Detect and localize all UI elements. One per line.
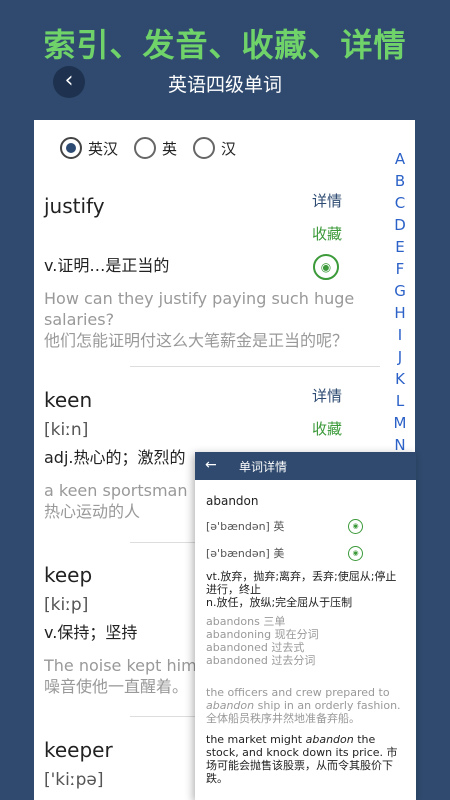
- detail-button[interactable]: 详情: [312, 385, 352, 406]
- entry-example-zh: 他们怎能证明付这么大笔薪金是正当的呢？: [44, 331, 349, 350]
- radio-label: 汉: [221, 139, 237, 158]
- language-filter: 英汉 英 汉: [60, 136, 252, 160]
- word-forms: abandons 三单 abandoning 现在分词 abandoned 过去…: [206, 615, 406, 667]
- index-letter-j[interactable]: J: [390, 346, 410, 368]
- example-1-zh: 全体船员秩序井然地准备弃船。: [206, 712, 360, 725]
- example-2-keyword: abandon: [305, 733, 354, 746]
- popup-body: abandon [ə'bændən] 英 ◉ [ə'bændən] 美 ◉ vt…: [195, 480, 416, 785]
- example-1-post: ship in an orderly fashion.: [254, 699, 401, 712]
- index-letter-a[interactable]: A: [390, 148, 410, 170]
- word-form: abandoned 过去式: [206, 641, 305, 654]
- word-detail-panel: ← 单词详情 abandon [ə'bændən] 英 ◉ [ə'bændən]…: [195, 452, 416, 800]
- example-2-pre: the market might: [206, 733, 306, 746]
- entry-actions: 详情 收藏 ◉: [312, 190, 352, 280]
- entry-actions: 详情 收藏: [312, 385, 352, 439]
- radio-label: 英: [162, 139, 178, 158]
- index-letter-d[interactable]: D: [390, 214, 410, 236]
- word-form: abandons 三单: [206, 615, 286, 628]
- arrow-left-icon[interactable]: ←: [205, 457, 217, 473]
- popup-header: ← 单词详情: [195, 452, 416, 480]
- index-letter-l[interactable]: L: [390, 390, 410, 412]
- speaker-icon[interactable]: ◉: [348, 518, 363, 534]
- index-letter-c[interactable]: C: [390, 192, 410, 214]
- word-form: abandoned 过去分词: [206, 654, 316, 667]
- example-1-keyword: abandon: [206, 699, 255, 712]
- index-letter-i[interactable]: I: [390, 324, 410, 346]
- radio-en-zh[interactable]: 英汉: [60, 137, 118, 159]
- speaker-icon[interactable]: ◉: [348, 545, 363, 561]
- alphabet-index: A B C D E F G H I J K L M N: [390, 148, 410, 456]
- example-2: the market might abandon the stock, and …: [206, 733, 406, 785]
- radio-unchecked-icon: [193, 137, 216, 159]
- index-letter-k[interactable]: K: [390, 368, 410, 390]
- entry-example-en: How can they justify paying such huge sa…: [44, 289, 355, 329]
- radio-en[interactable]: 英: [134, 137, 177, 159]
- detail-meaning-noun: n.放任，放纵;完全屈从于压制: [206, 596, 353, 609]
- radio-zh[interactable]: 汉: [193, 137, 236, 159]
- popup-title: 单词详情: [239, 460, 288, 474]
- detail-button[interactable]: 详情: [312, 190, 352, 211]
- speaker-icon[interactable]: ◉: [313, 254, 339, 280]
- detail-meaning-verb: vt.放弃，抛弃;离弃，丢弃;使屈从;停止进行，终止: [206, 570, 397, 596]
- phonetic-us: [ə'bændən] 美: [206, 547, 285, 560]
- index-letter-m[interactable]: M: [390, 412, 410, 434]
- favorite-button[interactable]: 收藏: [312, 223, 352, 244]
- radio-checked-icon: [60, 137, 82, 159]
- index-letter-f[interactable]: F: [390, 258, 410, 280]
- app-header: ‹ 英语四级单词: [0, 62, 450, 102]
- example-1-pre: the officers and crew prepared to: [206, 686, 390, 699]
- index-letter-h[interactable]: H: [390, 302, 410, 324]
- phonetic-us-row: [ə'bændən] 美 ◉: [206, 545, 406, 561]
- phonetic-uk-row: [ə'bændən] 英 ◉: [206, 518, 406, 534]
- detail-word: abandon: [206, 494, 259, 508]
- radio-unchecked-icon: [134, 137, 157, 159]
- divider: [130, 366, 380, 367]
- word-form: abandoning 现在分词: [206, 628, 319, 641]
- index-letter-g[interactable]: G: [390, 280, 410, 302]
- radio-label: 英汉: [88, 139, 119, 158]
- favorite-button[interactable]: 收藏: [312, 418, 352, 439]
- example-1: the officers and crew prepared to abando…: [206, 686, 406, 725]
- index-letter-e[interactable]: E: [390, 236, 410, 258]
- phonetic-uk: [ə'bændən] 英: [206, 520, 285, 533]
- index-letter-b[interactable]: B: [390, 170, 410, 192]
- page-title: 英语四级单词: [167, 74, 282, 96]
- promo-title: 索引、发音、收藏、详情: [43, 26, 407, 64]
